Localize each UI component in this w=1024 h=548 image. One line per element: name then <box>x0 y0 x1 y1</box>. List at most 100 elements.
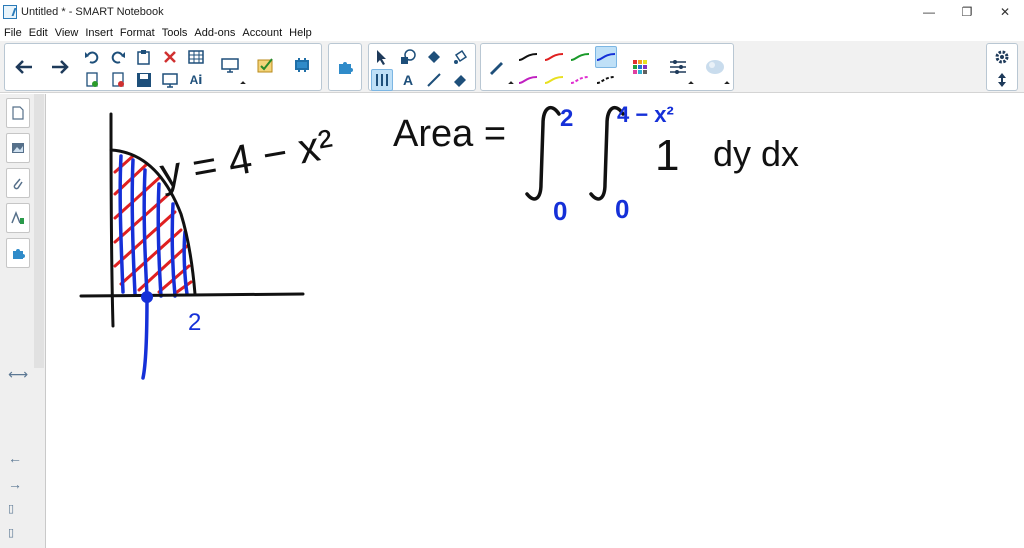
undo-icon <box>85 51 99 64</box>
pen-style-blue[interactable] <box>595 46 617 68</box>
menu-tools[interactable]: Tools <box>162 27 188 39</box>
paint-bucket-icon <box>454 49 468 64</box>
delete-button[interactable] <box>159 46 181 68</box>
properties-button[interactable] <box>667 56 689 78</box>
paint-bucket-button[interactable] <box>449 46 471 68</box>
properties-tab[interactable] <box>6 203 30 233</box>
stroke-green-icon <box>570 53 590 61</box>
menu-format[interactable]: Format <box>120 27 155 39</box>
pen-type-button[interactable] <box>485 56 507 78</box>
properties-icon <box>670 60 686 74</box>
panel-add-page-icon[interactable]: ▯ <box>8 502 14 515</box>
shapes-icon <box>401 49 416 64</box>
inner-upper-limit: 4 − x² <box>617 102 674 127</box>
measure-icon <box>257 58 273 73</box>
maximize-button[interactable]: ❐ <box>948 0 986 24</box>
menu-account[interactable]: Account <box>242 27 282 39</box>
dropdown-arrow-icon[interactable] <box>724 81 730 87</box>
select-tool-button[interactable] <box>371 46 393 68</box>
pen-style-pink-dashed[interactable] <box>569 69 591 91</box>
paste-icon <box>137 50 150 65</box>
stroke-red-icon <box>544 53 564 61</box>
dropdown-arrow-icon[interactable] <box>508 81 514 87</box>
menu-file[interactable]: File <box>4 27 22 39</box>
page-sorter-tab[interactable] <box>6 98 30 128</box>
delete-page-button[interactable] <box>107 69 129 91</box>
redo-button[interactable] <box>107 46 129 68</box>
undo-button[interactable] <box>81 46 103 68</box>
outer-lower-limit: 0 <box>553 196 567 226</box>
panel-previous-icon[interactable]: ← <box>8 450 22 466</box>
color-palette-button[interactable] <box>629 56 651 78</box>
color-grid-icon <box>633 60 647 74</box>
outer-upper-limit: 2 <box>560 105 573 132</box>
pen-style-magenta[interactable] <box>517 69 539 91</box>
pen-style-green[interactable] <box>569 46 591 68</box>
insert-page-button[interactable] <box>81 69 103 91</box>
table-button[interactable] <box>185 46 207 68</box>
pen-style-black[interactable] <box>517 46 539 68</box>
settings-button[interactable] <box>991 46 1013 68</box>
addon-icon <box>295 58 309 72</box>
gallery-tab[interactable] <box>6 133 30 163</box>
stroke-dashed-pink-icon <box>570 76 590 84</box>
fill-tool-button[interactable] <box>423 46 445 68</box>
side-panel-scrollbar[interactable] <box>34 94 44 368</box>
gallery-icon <box>12 143 24 153</box>
panel-next-icon[interactable]: → <box>8 476 22 492</box>
pens-icon <box>376 74 388 86</box>
menu-addons[interactable]: Add-ons <box>194 27 235 39</box>
dropdown-arrow-icon[interactable] <box>240 81 246 87</box>
menu-insert[interactable]: Insert <box>85 27 113 39</box>
select-arrow-icon <box>377 50 386 65</box>
resize-panel-icon[interactable]: ⟷ <box>8 366 28 383</box>
next-page-button[interactable] <box>45 45 75 89</box>
line-tool-button[interactable] <box>423 69 445 91</box>
title-bar: Untitled * - SMART Notebook — ❐ ✕ <box>0 0 1024 24</box>
differentials: dy dx <box>713 133 799 174</box>
addons-tab[interactable] <box>6 238 30 268</box>
close-button[interactable]: ✕ <box>986 0 1024 24</box>
toolbar-group-puzzle <box>328 43 362 91</box>
gear-icon <box>995 50 1009 64</box>
attachments-tab[interactable] <box>6 168 30 198</box>
paste-button[interactable] <box>133 46 155 68</box>
menu-view[interactable]: View <box>55 27 79 39</box>
menu-help[interactable]: Help <box>289 27 312 39</box>
whiteboard-canvas[interactable]: y = 4 − x² 2 Area = 2 0 4 − x² 0 1 dy dx <box>47 94 1024 548</box>
shapes-tool-button[interactable] <box>397 46 419 68</box>
toolbar-position-button[interactable] <box>991 69 1013 91</box>
eraser-icon <box>454 75 466 87</box>
pen-icon <box>490 62 503 75</box>
curve-label: y = 4 − x² <box>156 120 337 197</box>
stroke-dashed-black-icon <box>596 76 616 84</box>
pens-tool-button[interactable] <box>371 69 393 91</box>
panel-delete-page-icon[interactable]: ▯ <box>8 526 14 539</box>
previous-page-button[interactable] <box>9 45 39 89</box>
stroke-blue-icon <box>596 53 616 61</box>
eraser-tool-button[interactable] <box>449 69 471 91</box>
page-icon <box>12 106 24 120</box>
addons-button[interactable] <box>291 54 313 76</box>
window-controls: — ❐ ✕ <box>910 0 1024 24</box>
pen-style-red[interactable] <box>543 46 565 68</box>
screen-shade-button[interactable] <box>219 54 241 76</box>
magic-pen-button[interactable] <box>703 54 727 78</box>
measurement-tools-button[interactable] <box>255 54 277 76</box>
canvas-right-edge <box>1020 94 1024 548</box>
lesson-activity-button[interactable] <box>334 56 356 78</box>
full-screen-button[interactable] <box>159 69 181 91</box>
pen-style-black-dashed[interactable] <box>595 69 617 91</box>
menu-edit[interactable]: Edit <box>29 27 48 39</box>
move-toolbar-icon <box>998 73 1006 87</box>
add-page-icon <box>86 72 98 87</box>
minimize-button[interactable]: — <box>910 0 948 24</box>
text-tool-button[interactable]: A <box>397 69 419 91</box>
ai-button[interactable]: Aⅰ <box>185 69 207 91</box>
save-icon <box>137 73 151 87</box>
save-button[interactable] <box>133 69 155 91</box>
dropdown-arrow-icon[interactable] <box>688 81 694 87</box>
table-icon <box>188 50 204 64</box>
screen-shade-icon <box>221 58 239 73</box>
pen-style-yellow[interactable] <box>543 69 565 91</box>
